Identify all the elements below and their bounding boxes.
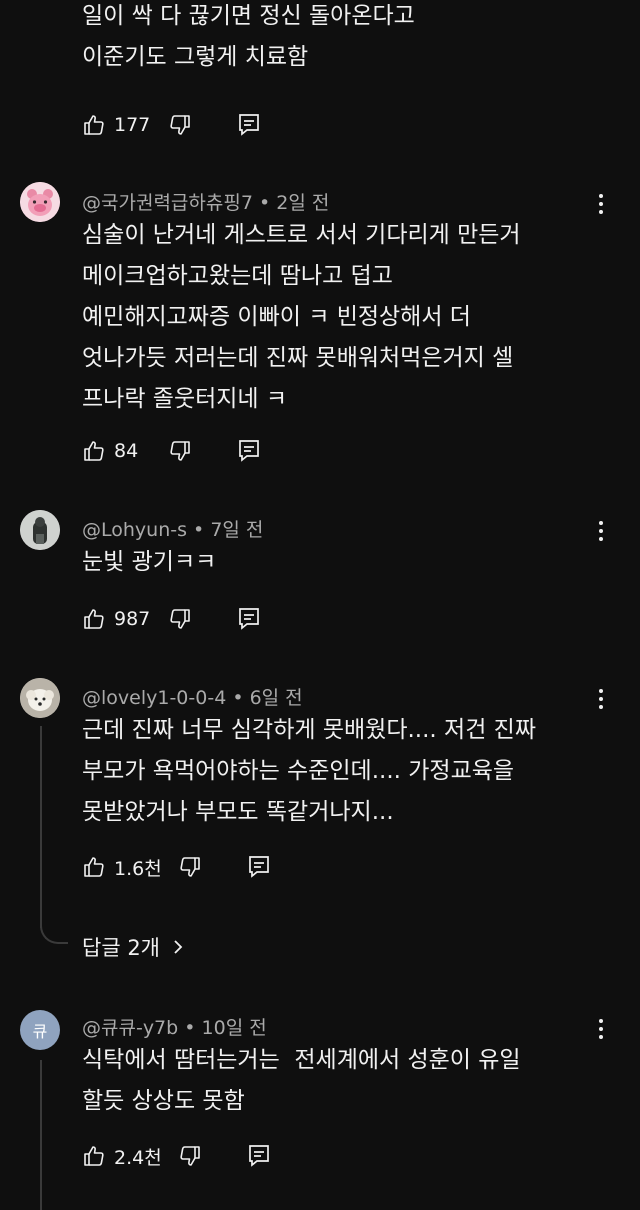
comment-age: 2일 전	[276, 192, 330, 214]
avatar[interactable]: 큐	[20, 1010, 60, 1050]
comment-text: 심술이 난거네 게스트로 서서 기다리게 만든거 메이크업하고왔는데 땀나고 덥…	[82, 215, 602, 420]
like-count: 177	[114, 114, 151, 136]
comment-text: 식탁에서 땀터는거는 전세계에서 성훈이 유일 할듯 상상도 못함	[82, 1040, 602, 1122]
reply-comment-icon	[249, 856, 269, 878]
thumbs-up-icon	[84, 857, 104, 877]
comment-line: 못받았거나 부모도 똑같거나지...	[82, 799, 394, 825]
comment-age: 6일 전	[249, 687, 303, 709]
dislike-button[interactable]	[168, 607, 192, 631]
like-button[interactable]: 177	[82, 113, 154, 137]
comment-author[interactable]: @큐큐-y7b	[82, 1017, 178, 1039]
dislike-button[interactable]	[168, 439, 192, 463]
reply-comment-icon	[239, 440, 259, 462]
reply-comment-icon	[249, 1145, 269, 1167]
avatar[interactable]	[20, 510, 60, 550]
comment-meta: @lovely1-0-0-4 • 6일 전	[82, 683, 303, 710]
replies-label: 답글 2개	[82, 936, 160, 960]
thread-curve	[40, 914, 68, 944]
thread-line	[40, 726, 42, 928]
thumbs-up-icon	[84, 115, 104, 135]
comment-author[interactable]: @Lohyun-s	[82, 519, 187, 541]
comment-actions: 2.4천	[82, 1141, 270, 1171]
dislike-button[interactable]	[178, 855, 202, 879]
comment-meta: @큐큐-y7b • 10일 전	[82, 1013, 267, 1040]
reply-button[interactable]	[248, 855, 270, 879]
avatar[interactable]	[20, 182, 60, 222]
comment-actions: 84	[82, 436, 260, 466]
like-button[interactable]: 987	[82, 607, 154, 631]
reply-button[interactable]	[248, 1144, 270, 1168]
more-options-button[interactable]	[592, 519, 610, 543]
comment-meta: @국가권력급하츄핑7 • 2일 전	[82, 188, 329, 215]
comment-line: 눈빛 광기ㅋㅋ	[82, 549, 217, 575]
meta-separator: •	[178, 1017, 202, 1039]
comment-line: 이준기도 그렇게 치료함	[82, 44, 309, 70]
thumbs-up-icon	[84, 441, 104, 461]
comment-line: 부모가 욕먹어야하는 수준인데.... 가정교육을	[82, 758, 515, 784]
chevron-right-icon	[174, 940, 183, 954]
thumbs-down-icon	[180, 1146, 200, 1166]
comment-line: 근데 진짜 너무 심각하게 못배웠다.... 저건 진짜	[82, 717, 536, 743]
meta-separator: •	[226, 687, 250, 709]
more-options-button[interactable]	[592, 192, 610, 216]
comment-age: 7일 전	[210, 519, 264, 541]
comment-actions: 177	[82, 110, 260, 140]
comment-text: 일이 싹 다 끊기면 정신 돌아온다고 이준기도 그렇게 치료함	[82, 0, 602, 78]
person-photo-avatar-icon	[20, 510, 60, 550]
comment-line: 식탁에서 땀터는거는 전세계에서 성훈이 유일	[82, 1047, 521, 1073]
thumbs-up-icon	[84, 1146, 104, 1166]
dislike-button[interactable]	[168, 113, 192, 137]
comment-line: 심술이 난거네 게스트로 서서 기다리게 만든거	[82, 222, 521, 248]
more-vertical-icon	[599, 1019, 603, 1039]
comment-line: 일이 싹 다 끊기면 정신 돌아온다고	[82, 3, 415, 29]
like-count: 84	[114, 440, 139, 462]
thumbs-down-icon	[170, 441, 190, 461]
comment-actions: 1.6천	[82, 852, 270, 882]
comment-age: 10일 전	[201, 1017, 267, 1039]
pig-avatar-icon	[20, 182, 60, 222]
meta-separator: •	[252, 192, 277, 214]
comment-text: 근데 진짜 너무 심각하게 못배웠다.... 저건 진짜 부모가 욕먹어야하는 …	[82, 710, 602, 833]
reply-comment-icon	[239, 608, 259, 630]
more-options-button[interactable]	[592, 687, 610, 711]
comment-meta: @Lohyun-s • 7일 전	[82, 515, 263, 542]
dislike-button[interactable]	[178, 1144, 202, 1168]
avatar-letter: 큐	[32, 1022, 48, 1041]
comment-author[interactable]: @국가권력급하츄핑7	[82, 192, 253, 214]
reply-button[interactable]	[238, 113, 260, 137]
comment-line: 프나락 졸웃터지네 ㅋ	[82, 386, 288, 412]
comment-line: 메이크업하고왔는데 땀나고 덥고	[82, 263, 393, 289]
like-count: 1.6천	[114, 857, 162, 880]
reply-button[interactable]	[238, 439, 260, 463]
like-button[interactable]: 2.4천	[82, 1143, 170, 1170]
thumbs-down-icon	[170, 115, 190, 135]
comment-line: 예민해지고짜증 이빠이 ㅋ 빈정상해서 더	[82, 304, 471, 330]
thumbs-down-icon	[180, 857, 200, 877]
comment-actions: 987	[82, 604, 260, 634]
thumbs-up-icon	[84, 609, 104, 629]
more-vertical-icon	[599, 194, 603, 214]
comment-author[interactable]: @lovely1-0-0-4	[82, 687, 226, 709]
more-vertical-icon	[599, 521, 603, 541]
avatar[interactable]	[20, 678, 60, 718]
like-button[interactable]: 1.6천	[82, 854, 170, 881]
reply-button[interactable]	[238, 607, 260, 631]
more-vertical-icon	[599, 689, 603, 709]
view-replies-button[interactable]: 답글 2개	[82, 932, 186, 962]
comment-line: 엇나가듯 저러는데 진짜 못배워처먹은거지 셀	[82, 345, 514, 371]
meta-separator: •	[187, 519, 211, 541]
thread-line	[40, 1060, 42, 1210]
reply-comment-icon	[239, 114, 259, 136]
dog-photo-avatar-icon	[20, 678, 60, 718]
thumbs-down-icon	[170, 609, 190, 629]
like-button[interactable]: 84	[82, 439, 154, 463]
more-options-button[interactable]	[592, 1017, 610, 1041]
like-count: 987	[114, 608, 151, 630]
comment-line: 할듯 상상도 못함	[82, 1088, 245, 1114]
comment-text: 눈빛 광기ㅋㅋ	[82, 542, 602, 583]
like-count: 2.4천	[114, 1146, 162, 1169]
